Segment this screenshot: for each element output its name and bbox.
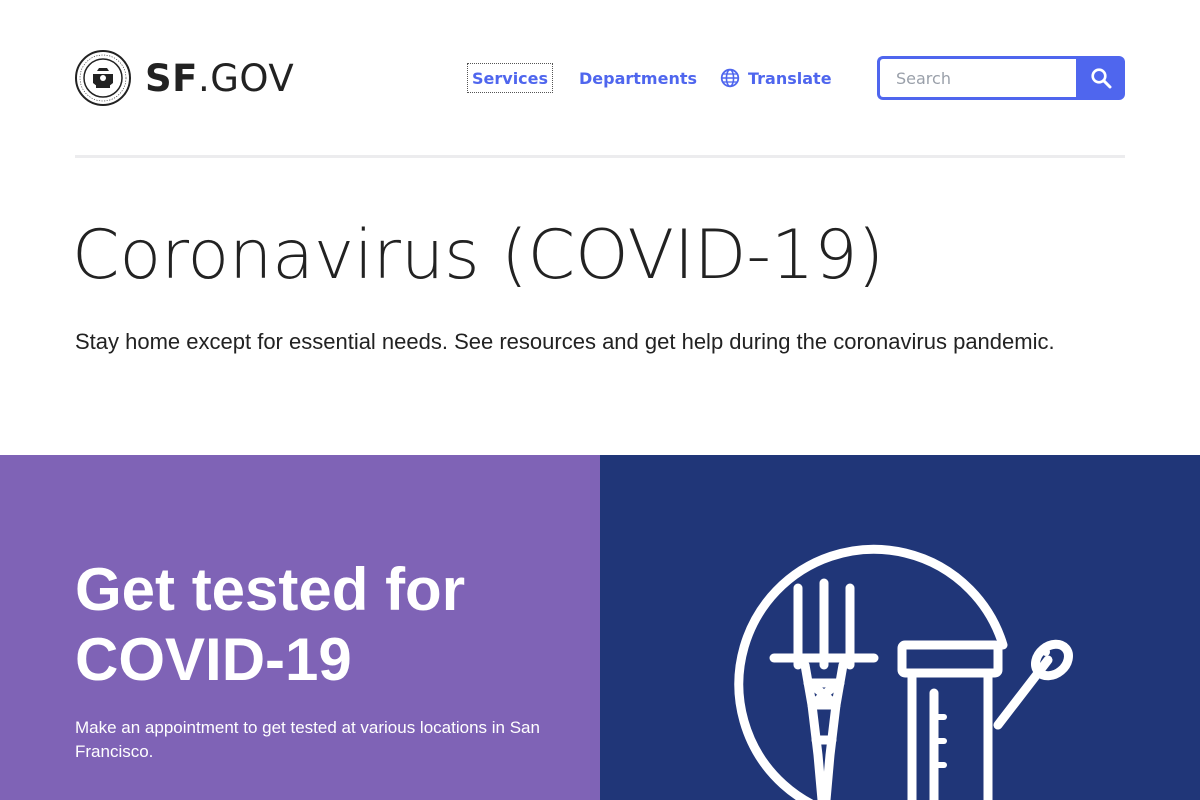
search-form bbox=[877, 56, 1125, 100]
feature-card-title: Get tested for COVID-19 bbox=[75, 556, 466, 693]
search-input[interactable] bbox=[877, 56, 1076, 100]
nav-translate-label: Translate bbox=[748, 68, 832, 88]
city-seal-icon bbox=[75, 50, 131, 106]
nav-departments-link[interactable]: Departments bbox=[579, 64, 697, 92]
intro-text: Stay home except for essential needs. Se… bbox=[75, 329, 1055, 354]
search-icon bbox=[1090, 68, 1111, 89]
sf-gov-wordmark: SF.GOV bbox=[145, 60, 294, 97]
globe-icon bbox=[720, 68, 740, 88]
feature-card-body: Make an appointment to get tested at var… bbox=[75, 718, 540, 761]
wordmark-sf: SF bbox=[145, 56, 198, 100]
site-header: SF.GOV Services Departments Translate bbox=[75, 0, 1125, 158]
sutro-tower-test-tube-icon bbox=[734, 544, 1073, 800]
sf-gov-logo-link[interactable]: SF.GOV bbox=[75, 50, 294, 106]
search-button[interactable] bbox=[1076, 56, 1125, 100]
page-title: Coronavirus (COVID-19) bbox=[72, 216, 885, 295]
nav-translate-link[interactable]: Translate bbox=[720, 64, 832, 92]
feature-card-illustration-panel bbox=[600, 455, 1200, 800]
nav-services-link[interactable]: Services bbox=[466, 63, 554, 93]
feature-card[interactable]: Get tested for COVID-19 Make an appointm… bbox=[0, 455, 600, 800]
wordmark-gov: .GOV bbox=[197, 56, 295, 100]
